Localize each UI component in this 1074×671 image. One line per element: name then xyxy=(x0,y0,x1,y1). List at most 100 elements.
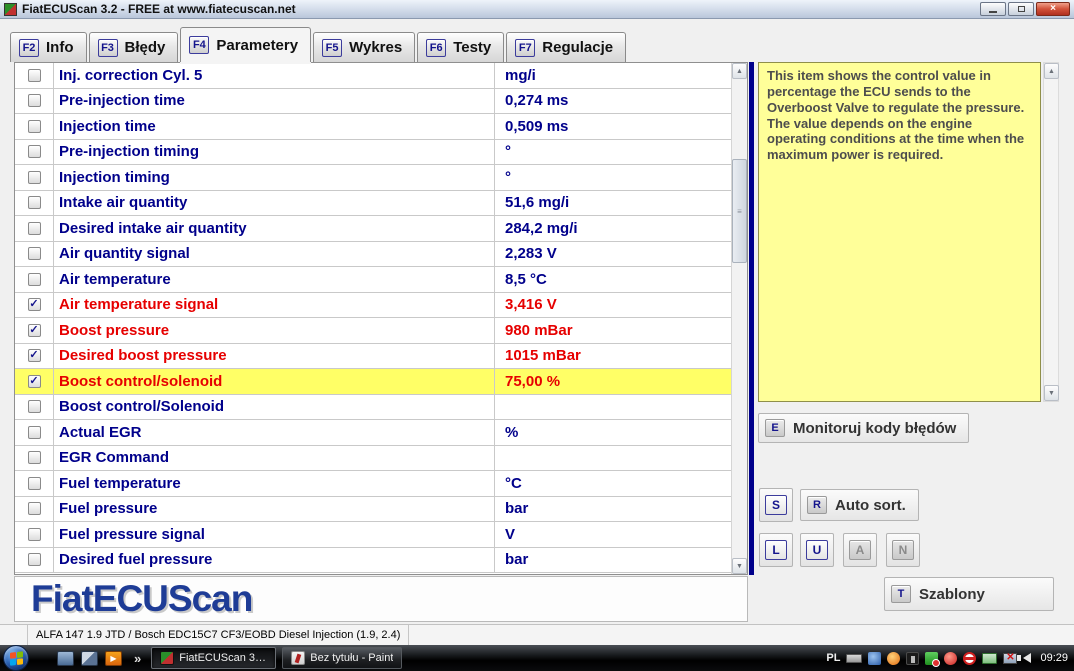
parameter-value: ° xyxy=(494,165,731,190)
row-checkbox[interactable]: ✓ xyxy=(28,375,41,388)
row-checkbox[interactable] xyxy=(28,171,41,184)
table-row[interactable]: Intake air quantity 51,6 mg/i xyxy=(15,191,731,217)
key-icon: N xyxy=(892,540,914,560)
row-checkbox[interactable] xyxy=(28,120,41,133)
parameter-value: 0,274 ms xyxy=(494,89,731,114)
row-checkbox[interactable] xyxy=(28,145,41,158)
tray-daemon-icon[interactable] xyxy=(887,652,900,665)
row-checkbox[interactable] xyxy=(28,247,41,260)
scrollbar-thumb[interactable]: ≡ xyxy=(732,159,747,263)
row-checkbox[interactable]: ✓ xyxy=(28,324,41,337)
tab[interactable]: F2 Info xyxy=(10,32,87,62)
sort-key-button[interactable]: L xyxy=(759,533,793,567)
row-checkbox[interactable]: ✓ xyxy=(28,298,41,311)
parameter-value: 0,509 ms xyxy=(494,114,731,139)
tray-network-icon[interactable] xyxy=(925,652,938,665)
scroll-down-button[interactable]: ▼ xyxy=(732,558,747,574)
start-button[interactable] xyxy=(3,645,29,671)
row-checkbox[interactable]: ✓ xyxy=(28,349,41,362)
tab[interactable]: F3 Błędy xyxy=(89,32,179,62)
parameter-name: Boost pressure xyxy=(54,322,494,339)
table-row[interactable]: Pre-injection time 0,274 ms xyxy=(15,89,731,115)
tab[interactable]: F5 Wykres xyxy=(313,32,415,62)
parameter-value: bar xyxy=(494,497,731,522)
table-row[interactable]: Air quantity signal 2,283 V xyxy=(15,242,731,268)
info-text: This item shows the control value in per… xyxy=(767,68,1032,163)
row-checkbox[interactable] xyxy=(28,196,41,209)
table-row[interactable]: Injection timing ° xyxy=(15,165,731,191)
tray-alert-icon[interactable] xyxy=(963,652,976,665)
table-row[interactable]: Fuel pressure signal V xyxy=(15,522,731,548)
restore-button[interactable] xyxy=(1008,2,1034,16)
table-row[interactable]: Pre-injection timing ° xyxy=(15,140,731,166)
display-disconnected-icon[interactable]: ✕ xyxy=(1003,653,1017,664)
info-scrollbar[interactable]: ▲ ▼ xyxy=(1043,62,1059,402)
tab[interactable]: F7 Regulacje xyxy=(506,32,626,62)
task-button[interactable]: FiatECUScan 3.2 - F... xyxy=(151,647,276,669)
title-bar: FiatECUScan 3.2 - FREE at www.fiatecusca… xyxy=(0,0,1074,19)
row-checkbox[interactable] xyxy=(28,400,41,413)
monitor-error-codes-button[interactable]: E Monitoruj kody błędów xyxy=(758,413,969,443)
table-row[interactable]: Desired fuel pressure bar xyxy=(15,548,731,574)
table-row[interactable]: Boost control/Solenoid xyxy=(15,395,731,421)
info-scroll-down-button[interactable]: ▼ xyxy=(1044,385,1059,401)
volume-icon[interactable] xyxy=(1023,653,1031,663)
show-desktop-icon[interactable] xyxy=(57,651,74,666)
sort-s-button[interactable]: S xyxy=(759,488,793,522)
close-button[interactable]: × xyxy=(1036,2,1070,16)
row-checkbox[interactable] xyxy=(28,553,41,566)
status-vehicle-info: ALFA 147 1.9 JTD / Bosch EDC15C7 CF3/EOB… xyxy=(28,625,409,645)
keyboard-icon[interactable] xyxy=(846,654,862,663)
info-scroll-up-button[interactable]: ▲ xyxy=(1044,63,1059,79)
table-row[interactable]: ✓ Desired boost pressure 1015 mBar xyxy=(15,344,731,370)
s-key-icon: S xyxy=(765,495,787,515)
language-indicator[interactable]: PL xyxy=(826,652,840,664)
row-checkbox[interactable] xyxy=(28,69,41,82)
tab[interactable]: F4 Parametery xyxy=(180,27,311,62)
row-checkbox[interactable] xyxy=(28,273,41,286)
sort-key-button[interactable]: U xyxy=(800,533,834,567)
task-button[interactable]: Bez tytułu - Paint xyxy=(282,647,402,669)
parameter-table: Inj. correction Cyl. 5 mg/i Pre-injectio… xyxy=(14,62,748,575)
parameter-value: 980 mBar xyxy=(494,318,731,343)
table-row[interactable]: Fuel temperature °C xyxy=(15,471,731,497)
table-row[interactable]: Inj. correction Cyl. 5 mg/i xyxy=(15,63,731,89)
tab-label: Regulacje xyxy=(542,39,613,56)
row-checkbox[interactable] xyxy=(28,528,41,541)
row-checkbox[interactable] xyxy=(28,426,41,439)
tray-bluetooth-icon[interactable] xyxy=(868,652,881,665)
tray-antivirus-icon[interactable] xyxy=(944,652,957,665)
table-row[interactable]: ✓ Boost control/solenoid 75,00 % xyxy=(15,369,731,395)
row-checkbox[interactable] xyxy=(28,451,41,464)
row-checkbox[interactable] xyxy=(28,502,41,515)
sort-key-button[interactable]: N xyxy=(886,533,920,567)
media-player-icon[interactable]: ▶ xyxy=(105,651,122,666)
table-row[interactable]: Fuel pressure bar xyxy=(15,497,731,523)
table-row[interactable]: EGR Command xyxy=(15,446,731,472)
table-row[interactable]: Air temperature 8,5 °C xyxy=(15,267,731,293)
row-checkbox[interactable] xyxy=(28,477,41,490)
r-key-icon: R xyxy=(807,496,827,514)
auto-sort-button[interactable]: R Auto sort. xyxy=(800,489,919,521)
table-row[interactable]: Desired intake air quantity 284,2 mg/i xyxy=(15,216,731,242)
thumb-grip-icon: ≡ xyxy=(737,207,742,216)
flip3d-icon[interactable] xyxy=(81,651,98,666)
tab[interactable]: F6 Testy xyxy=(417,32,504,62)
table-row[interactable]: ✓ Air temperature signal 3,416 V xyxy=(15,293,731,319)
toolbar-chevron-icon[interactable]: » xyxy=(134,651,141,666)
fkey-icon: F4 xyxy=(189,36,209,54)
templates-button[interactable]: T Szablony xyxy=(884,577,1054,611)
table-row[interactable]: Actual EGR % xyxy=(15,420,731,446)
tray-wireless-icon[interactable] xyxy=(906,652,919,665)
battery-icon[interactable] xyxy=(982,653,997,664)
table-row[interactable]: Injection time 0,509 ms xyxy=(15,114,731,140)
sort-key-button[interactable]: A xyxy=(843,533,877,567)
parameter-name: Injection timing xyxy=(54,169,494,186)
checkbox-cell xyxy=(15,242,54,267)
row-checkbox[interactable] xyxy=(28,94,41,107)
row-checkbox[interactable] xyxy=(28,222,41,235)
minimize-button[interactable] xyxy=(980,2,1006,16)
table-row[interactable]: ✓ Boost pressure 980 mBar xyxy=(15,318,731,344)
table-scrollbar[interactable]: ▲ ≡ ▼ xyxy=(731,63,747,574)
scroll-up-button[interactable]: ▲ xyxy=(732,63,747,79)
